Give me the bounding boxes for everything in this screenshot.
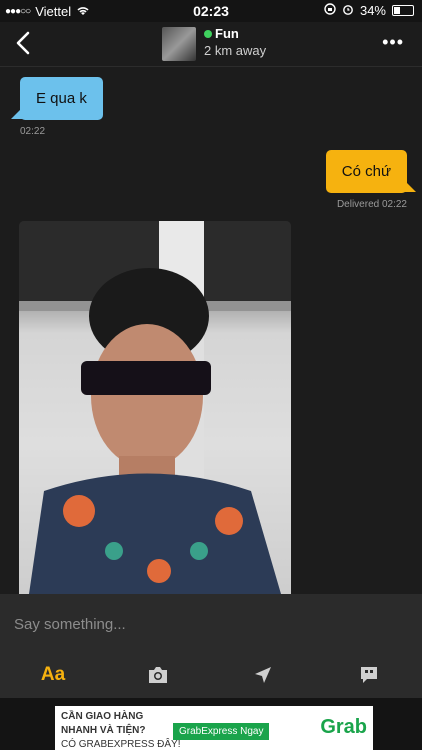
delivery-status: Delivered 02:22 <box>336 199 407 210</box>
profile-avatar[interactable] <box>162 27 196 61</box>
outgoing-message-bubble[interactable]: Có chứ <box>325 150 407 193</box>
send-location-button[interactable] <box>248 660 278 690</box>
online-status-dot <box>204 30 212 38</box>
more-options-icon[interactable]: ••• <box>382 32 404 53</box>
ad-brand-logo: Grab <box>320 716 367 738</box>
chat-header: Fun 2 km away ••• <box>0 22 422 67</box>
battery-percent: 34% <box>359 3 386 18</box>
profile-name[interactable]: Fun <box>215 26 239 41</box>
camera-icon <box>149 667 167 683</box>
photo-message-image <box>19 221 291 594</box>
location-arrow-icon <box>255 667 271 683</box>
ad-line-1: CẦN GIAO HÀNG <box>61 711 144 722</box>
camera-button[interactable] <box>143 660 173 690</box>
ad-line-3: CÓ GRABEXPRESS ĐÂY! <box>61 739 181 750</box>
saved-phrases-button[interactable] <box>354 660 384 690</box>
ad-banner[interactable]: CẦN GIAO HÀNG NHANH VÀ TIỆN? CÓ GRABEXPR… <box>55 706 373 750</box>
battery-fill <box>394 7 401 14</box>
profile-distance: 2 km away <box>204 43 267 58</box>
composer-bar: Say something... Aa <box>0 594 422 698</box>
incoming-bubble-tail <box>11 107 23 119</box>
alarm-icon <box>342 3 354 18</box>
quote-bubble-icon <box>361 667 377 683</box>
rotation-lock-icon <box>324 3 336 18</box>
chevron-left-icon <box>16 31 30 55</box>
back-button[interactable] <box>10 28 40 58</box>
text-format-button[interactable]: Aa <box>38 660 68 690</box>
incoming-message-bubble[interactable]: E qua k <box>20 77 103 120</box>
status-bar: ●●●○○ Viettel 02:23 34% <box>0 0 422 22</box>
ad-line-2: NHANH VÀ TIỆN? <box>61 725 146 736</box>
photo-message[interactable] <box>19 221 291 594</box>
message-input[interactable]: Say something... <box>14 616 126 633</box>
outgoing-bubble-tail <box>404 180 416 192</box>
composer-toolbar: Aa <box>0 654 422 698</box>
ad-copy: CẦN GIAO HÀNG NHANH VÀ TIỆN? CÓ GRABEXPR… <box>61 710 180 750</box>
incoming-message-time: 02:22 <box>20 126 46 137</box>
ad-cta-button[interactable]: GrabExpress Ngay <box>173 723 270 740</box>
battery-icon <box>392 5 414 16</box>
